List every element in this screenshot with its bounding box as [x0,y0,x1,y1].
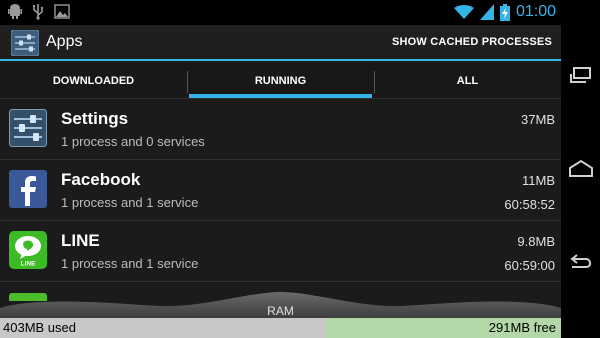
back-icon[interactable] [566,247,596,277]
tab-running[interactable]: RUNNING [187,63,374,98]
running-process-list: Settings 1 process and 0 services 37MB F… [0,99,561,282]
tab-bar: DOWNLOADED RUNNING ALL [0,63,561,99]
tab-label: DOWNLOADED [52,74,135,87]
list-item-facebook[interactable]: Facebook 1 process and 1 service 11MB 60… [0,160,561,221]
image-icon [54,4,70,19]
memory-size: 11MB [522,173,555,188]
line-icon: LINE [9,231,47,269]
uptime: 60:58:52 [504,197,555,212]
memory-size: 37MB [521,112,555,127]
facebook-icon [9,170,47,208]
page-title: Apps [46,33,83,50]
ram-usage-bar: 403MB used 291MB free [0,318,561,338]
screen: 01:00 Apps SHOW CACHED PROCESSES DOWNLOA… [0,0,561,338]
usb-icon [33,4,44,20]
ram-free: 291MB free [325,318,561,338]
ram-panel: RAM 403MB used 291MB free [0,290,561,338]
wifi-icon [453,4,474,20]
memory-size: 9.8MB [517,234,555,249]
show-cached-processes-button[interactable]: SHOW CACHED PROCESSES [392,36,552,48]
battery-charging-icon [499,3,510,21]
signal-icon [479,4,494,20]
action-bar: Apps SHOW CACHED PROCESSES [0,25,561,61]
process-name: LINE [61,231,100,250]
tab-all[interactable]: ALL [374,63,561,98]
tab-label: RUNNING [254,74,307,87]
navigation-bar [561,0,600,338]
svg-text:LINE: LINE [21,261,36,268]
uptime: 60:59:00 [504,258,555,273]
system-indicators: 01:00 [453,2,556,22]
notification-icons [8,3,70,20]
clock: 01:00 [515,3,556,20]
android-debug-icon [8,4,22,19]
process-detail: 1 process and 1 service [61,256,199,271]
ram-label: RAM [267,304,294,318]
recent-apps-icon[interactable] [566,60,596,90]
settings-app-icon[interactable] [11,30,39,56]
process-name: Settings [61,109,129,128]
ram-used: 403MB used [0,318,325,338]
tab-downloaded[interactable]: DOWNLOADED [0,63,187,98]
process-detail: 1 process and 1 service [61,195,199,210]
list-item-settings[interactable]: Settings 1 process and 0 services 37MB [0,99,561,160]
status-bar: 01:00 [0,0,561,25]
process-name: Facebook [61,170,141,189]
tab-label: ALL [456,74,479,87]
settings-icon [9,109,47,147]
list-item-line[interactable]: LINE LINE 1 process and 1 service 9.8MB … [0,221,561,282]
home-icon[interactable] [566,154,596,184]
process-detail: 1 process and 0 services [61,134,205,149]
